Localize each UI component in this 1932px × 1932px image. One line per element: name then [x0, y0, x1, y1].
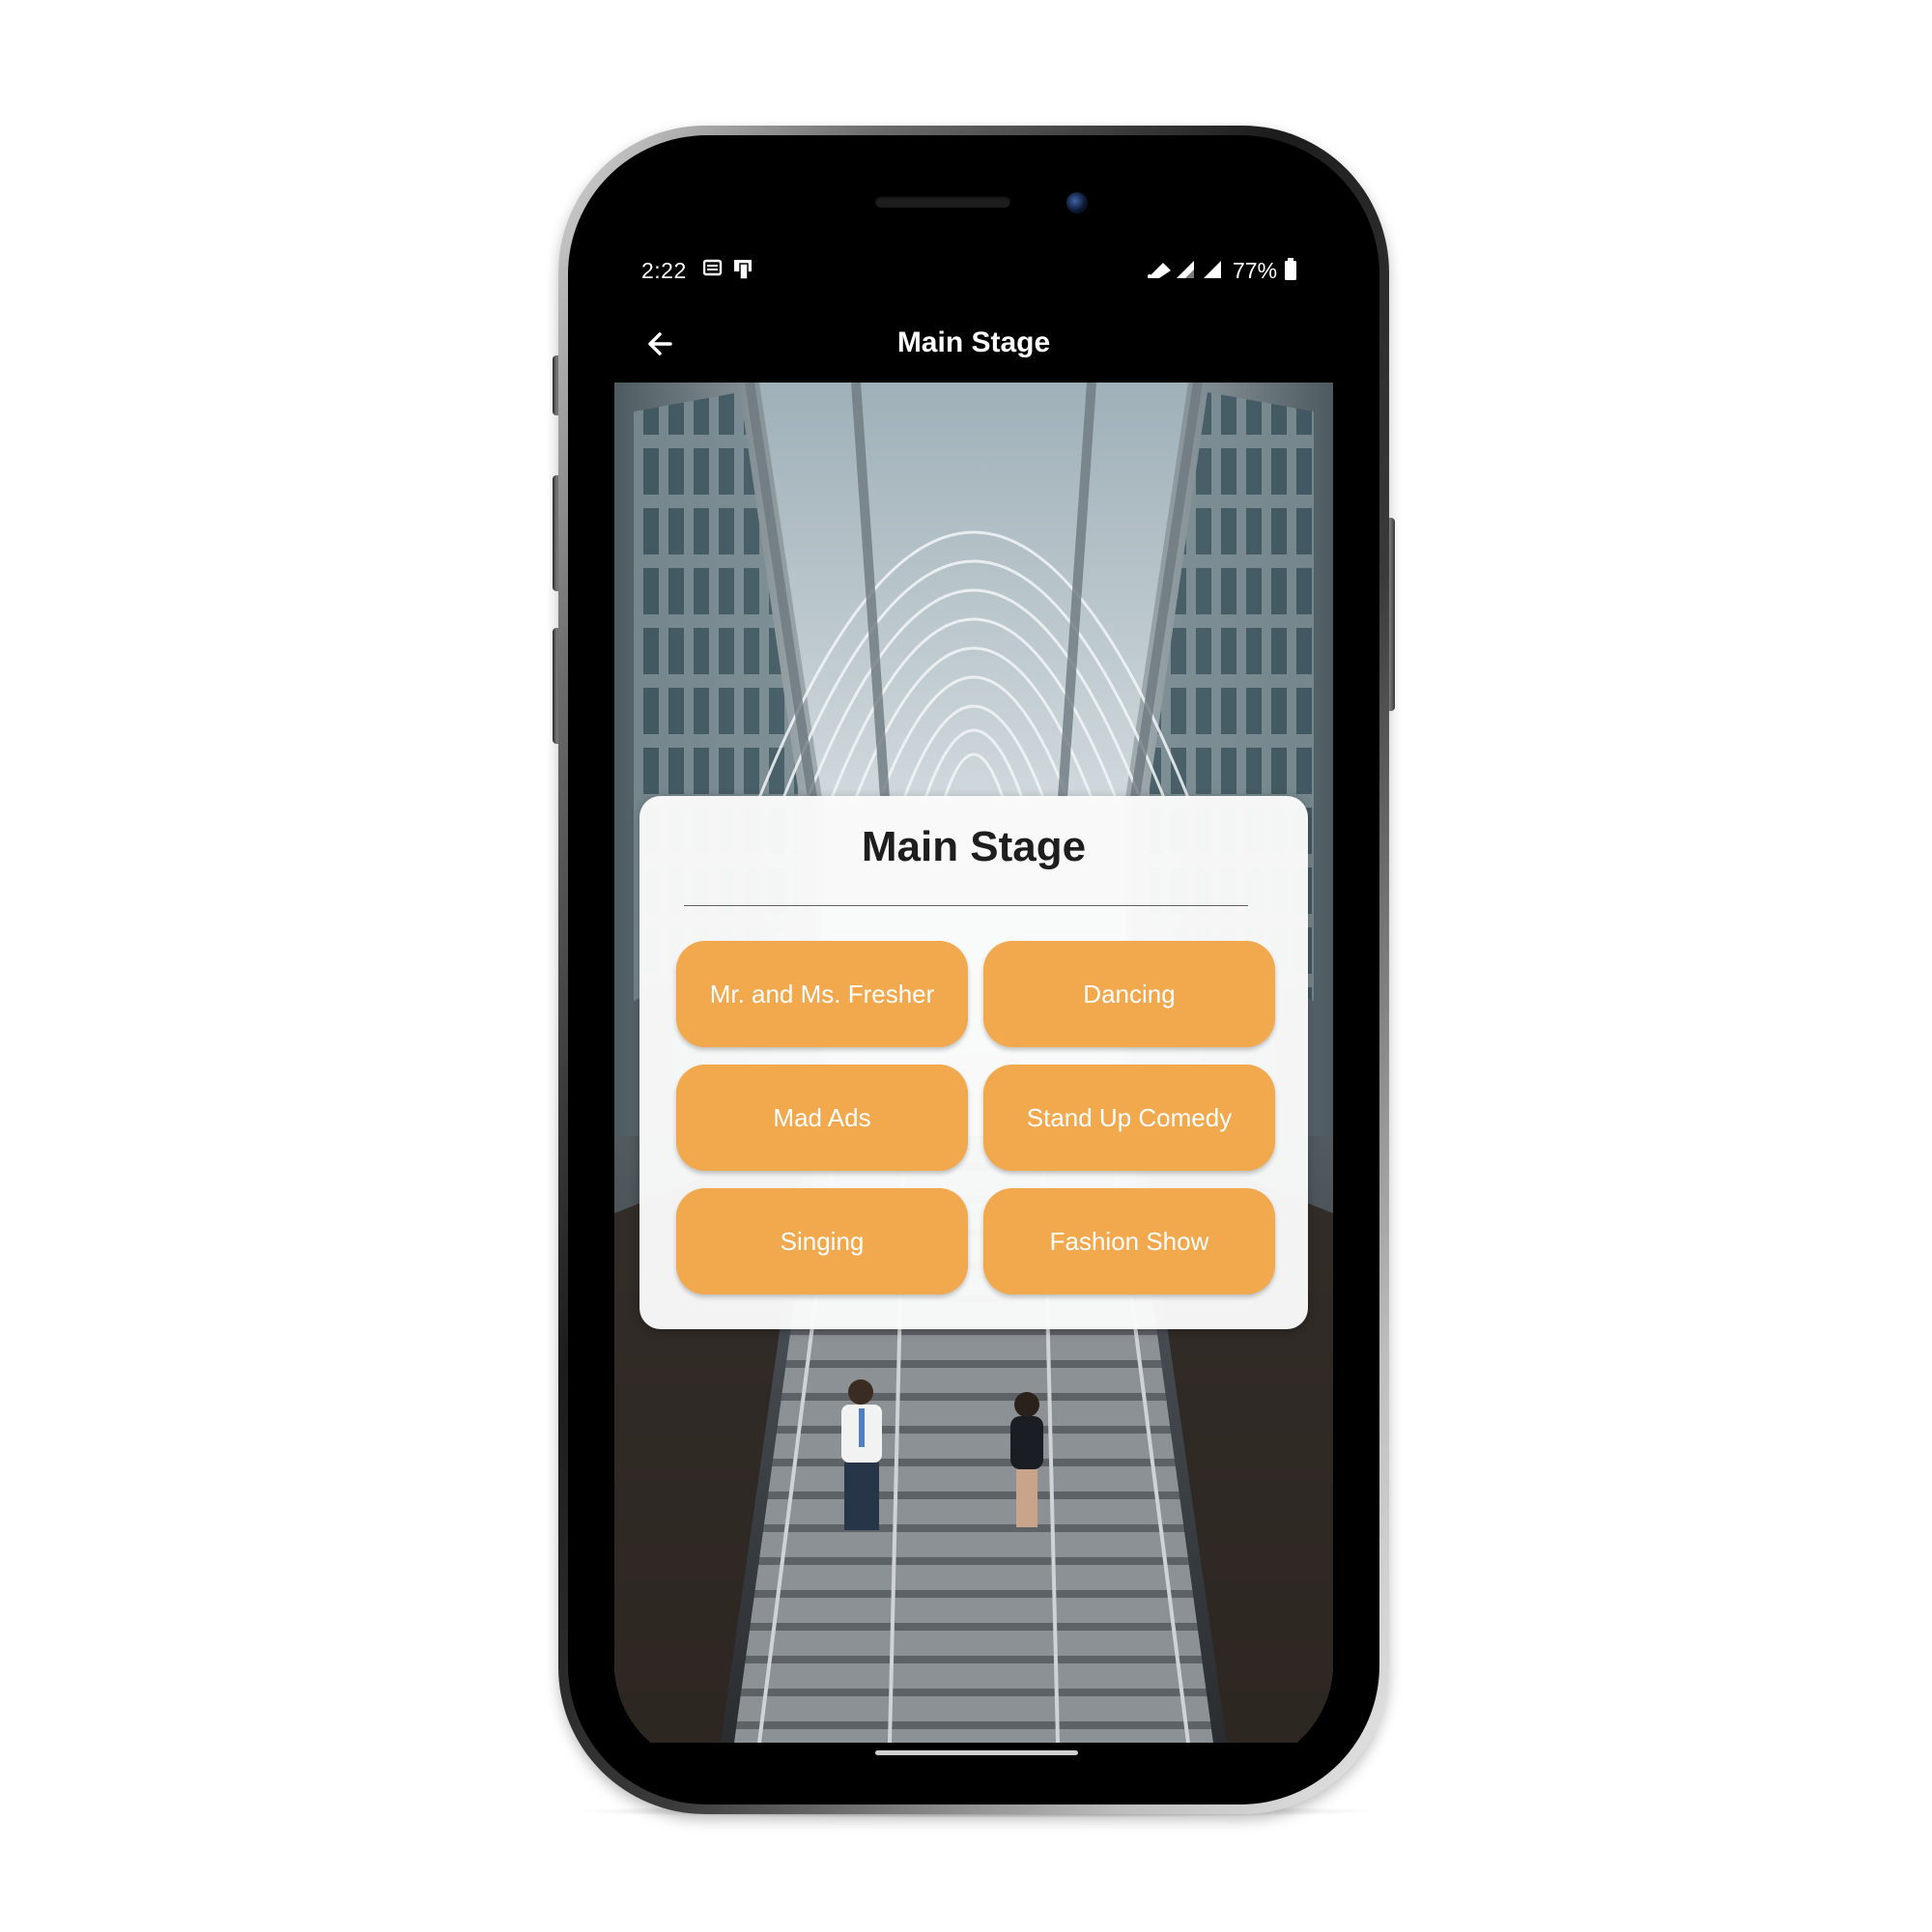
phone-bezel: 2:22 77% Main Stage Main Stage Mr. and M…: [568, 135, 1379, 1804]
category-card: Main Stage Mr. and Ms. Fresher Dancing M…: [639, 796, 1308, 1329]
event-button-dancing[interactable]: Dancing: [983, 941, 1275, 1047]
status-bar: 2:22 77%: [614, 174, 1333, 309]
app-bar: Main Stage: [614, 309, 1333, 383]
status-time: 2:22: [641, 258, 687, 283]
event-button-singing[interactable]: Singing: [676, 1188, 968, 1294]
battery-icon: [1285, 257, 1296, 285]
cast-icon: [732, 259, 753, 285]
battery-percent: 77%: [1233, 258, 1278, 283]
event-button-mad-ads[interactable]: Mad Ads: [676, 1065, 968, 1171]
phone-frame: 2:22 77% Main Stage Main Stage Mr. and M…: [558, 126, 1389, 1814]
event-button-fashion-show[interactable]: Fashion Show: [983, 1188, 1275, 1294]
home-indicator[interactable]: [875, 1750, 1078, 1755]
event-button-mr-and-ms-fresher[interactable]: Mr. and Ms. Fresher: [676, 941, 968, 1047]
card-title: Main Stage: [861, 823, 1087, 870]
event-button-stand-up-comedy[interactable]: Stand Up Comedy: [983, 1065, 1275, 1171]
phone-screen: 2:22 77% Main Stage Main Stage Mr. and M…: [614, 174, 1333, 1768]
page-title: Main Stage: [896, 327, 1051, 358]
news-icon: [702, 259, 723, 281]
signal-icon: [1202, 259, 1223, 285]
signal-icon: [1175, 259, 1196, 285]
earpiece-speaker: [875, 196, 1010, 208]
mockup-stage: 2:22 77% Main Stage Main Stage Mr. and M…: [0, 0, 1932, 1932]
card-divider: [684, 905, 1248, 906]
front-camera: [1066, 192, 1088, 213]
wifi-icon: [1146, 259, 1173, 285]
